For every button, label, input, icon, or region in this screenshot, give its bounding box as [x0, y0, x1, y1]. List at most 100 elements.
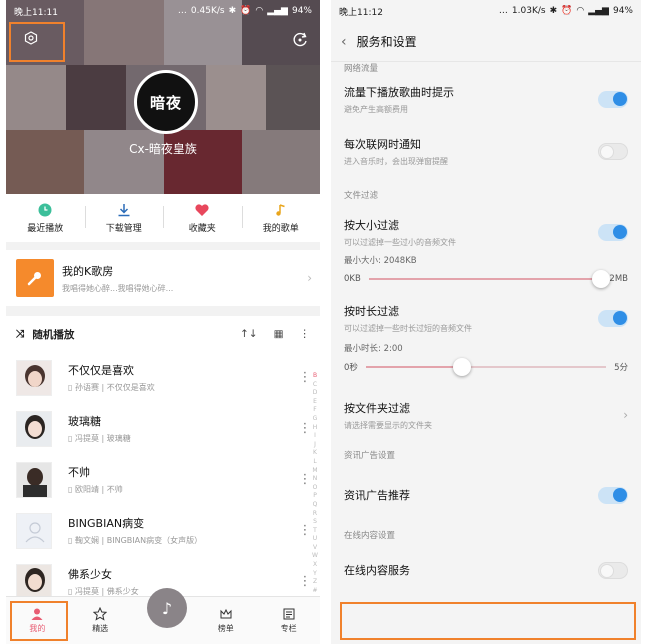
- highlight-box-settings: [9, 22, 65, 62]
- index-letter[interactable]: Y: [311, 570, 319, 579]
- quick-recent[interactable]: 最近播放: [6, 194, 85, 242]
- song-title: 不仅仅是喜欢: [68, 364, 134, 377]
- index-letter[interactable]: E: [311, 398, 319, 407]
- min-duration-label: 最小时长: 2:00: [344, 344, 403, 354]
- index-letter[interactable]: X: [311, 561, 319, 570]
- status-time: 晚上11:12: [339, 7, 383, 18]
- nav-columns[interactable]: 专栏: [257, 597, 320, 644]
- index-letter[interactable]: D: [311, 389, 319, 398]
- nav-featured[interactable]: 精选: [69, 597, 132, 644]
- grid-view-icon[interactable]: ▦: [274, 328, 284, 340]
- quick-playlists[interactable]: 我的歌单: [241, 194, 321, 242]
- song-cover: [16, 410, 52, 447]
- back-arrow-icon[interactable]: ‹: [341, 34, 347, 50]
- shuffle-bar: ⤨ 随机播放 ↑↓ ▦ ⋮: [6, 316, 320, 352]
- index-letter[interactable]: J: [311, 441, 319, 450]
- setting-net-notify[interactable]: 每次联网时通知 进入音乐时，会出现弹窗提醒: [331, 122, 641, 180]
- index-letter[interactable]: Q: [311, 501, 319, 510]
- quick-downloads-label: 下载管理: [105, 224, 142, 234]
- services-settings-screen: 晚上11:12 … 1.03K/s ✱ ⏰ ◠ ▂▄▆ 94% ‹ 服务和设置 …: [331, 0, 641, 644]
- toggle-switch[interactable]: [598, 90, 628, 108]
- slider-thumb[interactable]: [452, 358, 471, 376]
- play-button[interactable]: ♪: [147, 588, 187, 628]
- page-title: 服务和设置: [356, 35, 417, 49]
- toggle-switch[interactable]: [598, 309, 628, 327]
- setting-duration-filter[interactable]: 按时长过滤 可以过滤掉一些时长过短的音频文件: [331, 294, 641, 342]
- setting-folder-filter[interactable]: 按文件夹过滤 请选择需要显示的文件夹 ›: [331, 390, 641, 440]
- quick-favorites[interactable]: 收藏夹: [163, 194, 242, 242]
- refresh-icon: [293, 32, 307, 47]
- min-size-slider[interactable]: [368, 270, 611, 288]
- index-letter[interactable]: #: [311, 587, 319, 596]
- list-item[interactable]: 不帅 ▯ 欧阳靖 | 不帅 ⋮: [6, 454, 320, 505]
- index-letter[interactable]: S: [311, 518, 319, 527]
- index-letter[interactable]: U: [311, 535, 319, 544]
- network-speed: 0.45K/s: [190, 6, 225, 16]
- song-subtitle: ▯ 鞠文娴 | BINGBIAN病变（女声版）: [68, 536, 203, 545]
- toggle-switch[interactable]: [598, 486, 628, 504]
- min-duration-slider[interactable]: [365, 358, 607, 376]
- setting-flow-tip[interactable]: 流量下播放歌曲时提示 避免产生高额费用: [331, 76, 641, 122]
- song-cover-placeholder: [16, 512, 52, 549]
- toggle-switch[interactable]: [598, 223, 628, 241]
- index-letter[interactable]: P: [311, 492, 319, 501]
- nav-columns-label: 专栏: [280, 624, 297, 633]
- quick-favorites-label: 收藏夹: [188, 224, 216, 234]
- index-letter[interactable]: F: [311, 406, 319, 415]
- index-letter[interactable]: N: [311, 475, 319, 484]
- avatar[interactable]: 暗夜: [134, 70, 198, 134]
- phone-icon: ▯: [68, 434, 75, 443]
- index-letter[interactable]: K: [311, 449, 319, 458]
- network-speed: 1.03K/s: [511, 6, 546, 16]
- setting-title: 按文件夹过滤: [344, 401, 410, 415]
- song-subtitle: ▯ 冯提莫 | 玻璃糖: [68, 434, 131, 443]
- setting-title: 按时长过滤: [344, 304, 399, 318]
- more-vertical-icon[interactable]: ⋮: [300, 328, 311, 340]
- list-item[interactable]: 玻璃糖 ▯ 冯提莫 | 玻璃糖 ⋮: [6, 403, 320, 454]
- list-item[interactable]: BINGBIAN病变 ▯ 鞠文娴 | BINGBIAN病变（女声版） ⋮: [6, 505, 320, 556]
- index-letter[interactable]: O: [311, 484, 319, 493]
- title-bar: ‹ 服务和设置: [331, 22, 641, 62]
- index-letter[interactable]: R: [311, 510, 319, 519]
- alphabet-index-bar[interactable]: B C D E F G H I J K L M N O P Q R S T U V W X Y Z #: [311, 372, 319, 595]
- columns-icon: [283, 608, 295, 620]
- index-letter[interactable]: V: [311, 544, 319, 553]
- setting-online-service[interactable]: 在线内容服务: [331, 550, 641, 590]
- setting-subtitle: 可以过滤掉一些时长过短的音频文件: [344, 323, 472, 333]
- heart-icon: [195, 204, 209, 216]
- index-letter[interactable]: I: [311, 432, 319, 441]
- index-letter[interactable]: M: [311, 467, 319, 476]
- bluetooth-icon: ✱: [549, 6, 558, 16]
- song-subtitle: ▯ 欧阳靖 | 不帅: [68, 485, 123, 494]
- index-letter[interactable]: G: [311, 415, 319, 424]
- index-letter[interactable]: W: [311, 552, 319, 561]
- index-letter[interactable]: B: [311, 372, 319, 381]
- index-letter[interactable]: T: [311, 527, 319, 536]
- list-item[interactable]: 不仅仅是喜欢 ▯ 孙语赛 | 不仅仅是喜欢 ⋮: [6, 352, 320, 403]
- signal-icon: ▂▄▆: [267, 6, 288, 16]
- index-letter[interactable]: H: [311, 424, 319, 433]
- song-title: 佛系少女: [68, 568, 112, 581]
- setting-ads-recommend[interactable]: 资讯广告推荐: [331, 470, 641, 520]
- slider-thumb[interactable]: [592, 270, 611, 288]
- setting-subtitle: 可以过滤掉一些过小的音频文件: [344, 237, 456, 247]
- ktv-room-entry[interactable]: 我的K歌房 我唱得她心醉...我唱得她心碎... ›: [6, 250, 320, 306]
- index-letter[interactable]: C: [311, 381, 319, 390]
- setting-title: 按大小过滤: [344, 218, 399, 232]
- wifi-icon: ◠: [255, 6, 264, 16]
- toggle-switch[interactable]: [598, 561, 628, 579]
- song-title: 不帅: [68, 466, 90, 479]
- shuffle-icon[interactable]: ⤨: [16, 328, 24, 341]
- nav-charts[interactable]: 榜单: [194, 597, 257, 644]
- index-letter[interactable]: L: [311, 458, 319, 467]
- sort-icon[interactable]: ↑↓: [240, 328, 258, 340]
- toggle-switch[interactable]: [598, 142, 628, 160]
- slider-max-label: 5分: [614, 363, 628, 373]
- setting-size-filter[interactable]: 按大小过滤 可以过滤掉一些过小的音频文件: [331, 210, 641, 254]
- index-letter[interactable]: Z: [311, 578, 319, 587]
- song-cover: [16, 461, 52, 498]
- quick-downloads[interactable]: 下载管理: [84, 194, 164, 242]
- slider-max-label: 2MB: [609, 274, 628, 284]
- refresh-button[interactable]: [290, 30, 310, 50]
- shuffle-play-label[interactable]: 随机播放: [32, 327, 224, 342]
